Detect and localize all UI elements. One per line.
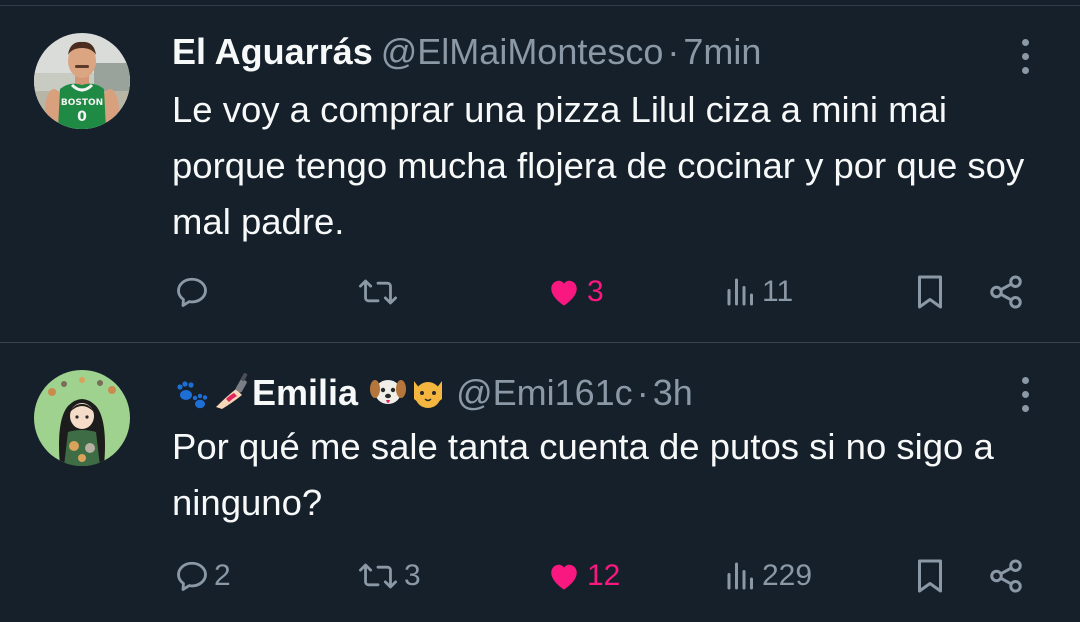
view-count: 229	[762, 559, 813, 592]
heart-icon	[551, 280, 577, 306]
reply-button[interactable]: 2	[174, 551, 231, 601]
retweet-count: 3	[404, 559, 421, 592]
tweet[interactable]: BOSTON 0 El Aguarrás @ElMaiMontesco · 7min …	[0, 0, 1080, 342]
retweet-button[interactable]	[356, 267, 404, 317]
tweet-text: Le voy a comprar una pizza Lilul ciza a …	[172, 89, 1025, 242]
bookmark-icon	[918, 275, 942, 309]
paw-prints-emoji-icon	[177, 381, 208, 409]
display-name[interactable]: El Aguarrás	[172, 31, 373, 72]
reply-icon	[177, 561, 207, 591]
avatar-image	[34, 370, 130, 466]
timestamp[interactable]: 3h	[653, 372, 693, 413]
share-icon	[990, 559, 1022, 593]
display-name[interactable]: Emilia	[252, 372, 358, 413]
retweet-icon	[359, 279, 397, 305]
avatar[interactable]	[34, 370, 130, 466]
heart-icon	[551, 564, 577, 590]
avatar[interactable]: BOSTON 0	[34, 33, 130, 129]
avatar-image: BOSTON 0	[34, 33, 130, 129]
retweet-button[interactable]: 3	[356, 551, 421, 601]
avatar-jersey-number: 0	[77, 109, 87, 125]
tweet[interactable]: Emilia @Emi161c · 3h Por qué me sale tanta…	[0, 343, 1080, 622]
action-bar: 2 3 12 229	[0, 551, 1080, 601]
reply-icon	[177, 277, 207, 307]
reply-button[interactable]	[174, 267, 214, 317]
like-count: 3	[587, 275, 604, 308]
bookmark-icon	[918, 559, 942, 593]
like-count: 12	[587, 559, 621, 592]
like-button[interactable]: 3	[545, 267, 604, 317]
user-handle[interactable]: @ElMaiMontesco	[381, 31, 664, 72]
tweet-header: El Aguarrás @ElMaiMontesco · 7min	[172, 30, 1000, 74]
views-icon	[727, 278, 753, 306]
nail-polish-emoji-icon	[216, 372, 248, 409]
views-icon	[727, 562, 753, 590]
separator-dot: ·	[667, 31, 680, 72]
timeline-feed: BOSTON 0 El Aguarrás @ElMaiMontesco · 7min …	[0, 0, 1080, 622]
dog-face-emoji-icon	[370, 380, 407, 404]
view-count: 11	[762, 275, 794, 308]
cat-face-emoji-icon	[414, 381, 443, 408]
tweet-text: Por qué me sale tanta cuenta de putos si…	[172, 426, 994, 523]
tweet-header: Emilia @Emi161c · 3h	[172, 371, 1000, 415]
share-button[interactable]	[986, 267, 1026, 317]
retweet-icon	[359, 563, 397, 589]
bookmark-button[interactable]	[912, 551, 948, 601]
bookmark-button[interactable]	[912, 267, 948, 317]
timestamp[interactable]: 7min	[683, 31, 761, 72]
views-button[interactable]: 11	[724, 267, 793, 317]
reply-count: 2	[214, 559, 231, 592]
views-button[interactable]: 229	[724, 551, 812, 601]
avatar-jersey-text: BOSTON	[61, 98, 103, 108]
more-icon[interactable]	[1008, 374, 1042, 414]
like-button[interactable]: 12	[545, 551, 620, 601]
more-icon[interactable]	[1008, 36, 1042, 76]
action-bar: 3 11	[0, 267, 1080, 317]
separator-dot: ·	[636, 372, 649, 413]
share-icon	[990, 275, 1022, 309]
share-button[interactable]	[986, 551, 1026, 601]
user-handle[interactable]: @Emi161c	[456, 372, 633, 413]
